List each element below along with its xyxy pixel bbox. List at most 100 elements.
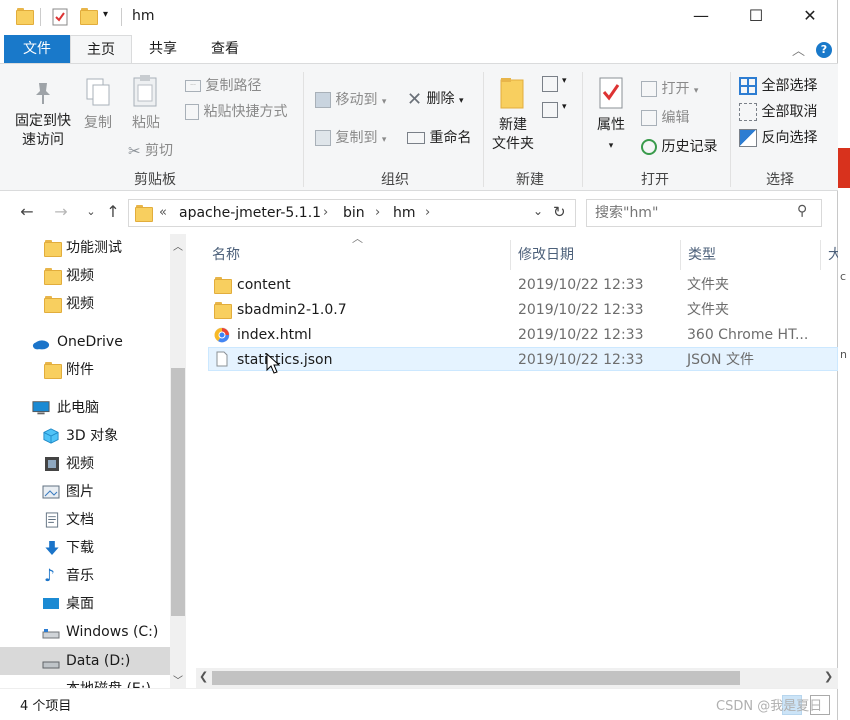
search-icon[interactable]: ⚲ xyxy=(797,203,807,219)
file-name: content xyxy=(237,277,291,293)
pin-to-quick-access-button[interactable]: 固定到快 速访问 xyxy=(10,80,76,150)
new-item-dropdown-icon[interactable]: ▾ xyxy=(562,76,567,86)
table-row[interactable]: index.html 2019/10/22 12:33 360 Chrome H… xyxy=(208,323,838,347)
scissors-icon: ✂ xyxy=(128,142,141,160)
nav-item[interactable]: 3D 对象 xyxy=(0,422,170,450)
table-row[interactable]: content 2019/10/22 12:33 文件夹 xyxy=(208,273,838,297)
up-arrow-icon[interactable]: ↑ xyxy=(102,202,124,221)
help-icon[interactable]: ? xyxy=(816,42,832,58)
scroll-up-icon[interactable]: ︿ xyxy=(170,238,186,253)
quick-access-dropdown-icon[interactable]: ▾ xyxy=(103,9,108,20)
scroll-down-icon[interactable]: ﹀ xyxy=(170,672,186,687)
nav-item[interactable]: 图片 xyxy=(0,478,170,506)
paste-button[interactable]: 粘贴 xyxy=(126,74,166,133)
breadcrumb-item[interactable]: apache-jmeter-5.1.1 xyxy=(179,205,321,221)
column-divider[interactable] xyxy=(510,240,511,270)
new-item-icon[interactable] xyxy=(542,76,558,92)
properties-button[interactable]: 属性 ▾ xyxy=(590,76,632,156)
paste-shortcut-button[interactable]: 粘贴快捷方式 xyxy=(185,101,287,121)
open-button[interactable]: 打开 ▾ xyxy=(641,78,698,98)
nav-item[interactable]: 视频 xyxy=(0,450,170,478)
maximize-button[interactable]: ☐ xyxy=(741,6,771,25)
recent-locations-chevron-icon[interactable]: ⌄ xyxy=(80,205,102,218)
properties-dropdown-icon[interactable]: ▾ xyxy=(609,141,614,151)
tab-view[interactable]: 查看 xyxy=(196,35,254,63)
copy-path-button[interactable]: ··· 复制路径 xyxy=(185,75,261,95)
tab-file[interactable]: 文件 xyxy=(4,35,70,63)
select-all-button[interactable]: 全部选择 xyxy=(739,75,817,95)
copy-button[interactable]: 复制 xyxy=(80,76,116,133)
file-list-scrollbar[interactable]: ❮ ❯ xyxy=(196,668,838,688)
column-header-type[interactable]: 类型 xyxy=(688,240,716,270)
easy-access-dropdown-icon[interactable]: ▾ xyxy=(562,102,567,112)
back-arrow-icon[interactable]: ← xyxy=(16,202,38,221)
ribbon-divider xyxy=(730,72,731,187)
delete-label: 删除 xyxy=(426,91,455,107)
search-box[interactable]: ⚲ xyxy=(586,199,822,227)
file-modified: 2019/10/22 12:33 xyxy=(518,302,644,318)
nav-item[interactable]: 视频 xyxy=(0,290,170,318)
history-button[interactable]: 历史记录 xyxy=(641,136,717,156)
breadcrumb-separator[interactable]: › xyxy=(425,205,430,220)
close-button[interactable]: ✕ xyxy=(795,6,825,25)
breadcrumb-item[interactable]: bin xyxy=(343,205,365,221)
3d-objects-icon xyxy=(43,428,59,444)
rename-button[interactable]: 重命名 xyxy=(407,127,471,147)
column-divider[interactable] xyxy=(680,240,681,270)
collapse-ribbon-icon[interactable]: ︿ xyxy=(792,40,805,59)
column-divider[interactable] xyxy=(820,240,821,270)
edit-button[interactable]: 编辑 xyxy=(641,107,689,127)
file-list-scrollbar-thumb[interactable] xyxy=(212,671,740,685)
nav-item[interactable]: 文档 xyxy=(0,506,170,534)
new-folder-button[interactable]: 新建 文件夹 xyxy=(488,76,538,154)
minimize-button[interactable]: — xyxy=(686,6,716,25)
nav-item-label: 视频 xyxy=(66,456,94,472)
cut-button[interactable]: ✂ 剪切 xyxy=(128,140,173,160)
nav-item[interactable]: 本地磁盘 (E:) xyxy=(0,675,170,688)
forward-arrow-icon[interactable]: → xyxy=(50,202,72,221)
nav-item[interactable]: 附件 xyxy=(0,356,170,384)
scroll-right-icon[interactable]: ❯ xyxy=(824,670,833,683)
address-bar[interactable]: « apache-jmeter-5.1.1 › bin › hm › ⌄ ↻ xyxy=(128,199,576,227)
tab-home[interactable]: 主页 xyxy=(70,35,132,63)
nav-item-label: 音乐 xyxy=(66,568,94,584)
sort-ascending-icon: ︿ xyxy=(352,234,363,245)
column-header-size[interactable]: 大 xyxy=(828,240,838,270)
nav-item[interactable]: 视频 xyxy=(0,262,170,290)
easy-access-icon[interactable] xyxy=(542,102,558,118)
table-row[interactable]: sbadmin2-1.0.7 2019/10/22 12:33 文件夹 xyxy=(208,298,838,322)
delete-button[interactable]: ✕ 删除 ▾ xyxy=(407,88,464,110)
breadcrumb-item[interactable]: hm xyxy=(393,205,416,221)
copy-to-button[interactable]: 复制到 ▾ xyxy=(315,127,386,147)
nav-item-label: 文档 xyxy=(66,512,94,528)
nav-item[interactable]: 下载 xyxy=(0,534,170,562)
invert-selection-button[interactable]: 反向选择 xyxy=(739,127,817,147)
scroll-left-icon[interactable]: ❮ xyxy=(199,670,208,683)
tab-share[interactable]: 共享 xyxy=(136,35,190,63)
properties-icon[interactable] xyxy=(52,8,68,26)
nav-item[interactable]: Windows (C:) xyxy=(0,618,170,646)
nav-item-label: 视频 xyxy=(66,268,94,284)
nav-item[interactable]: 桌面 xyxy=(0,590,170,618)
nav-item-selected[interactable]: Data (D:) xyxy=(0,647,170,675)
folder-icon xyxy=(44,240,62,257)
nav-item[interactable]: 功能测试 xyxy=(0,234,170,262)
search-input[interactable] xyxy=(595,204,785,222)
move-to-button[interactable]: 移动到 ▾ xyxy=(315,89,386,109)
nav-item-onedrive[interactable]: OneDrive xyxy=(0,328,170,356)
address-dropdown-icon[interactable]: ⌄ xyxy=(533,204,543,218)
refresh-icon[interactable]: ↻ xyxy=(553,203,566,221)
group-label-open: 打开 xyxy=(641,172,669,188)
nav-scrollbar[interactable]: ︿ ﹀ xyxy=(170,234,186,688)
column-header-modified[interactable]: 修改日期 xyxy=(518,240,574,270)
breadcrumb-separator[interactable]: › xyxy=(375,205,380,220)
select-none-button[interactable]: 全部取消 xyxy=(739,101,817,121)
table-row-hovered[interactable]: statistics.json 2019/10/22 12:33 JSON 文件 xyxy=(208,347,838,371)
breadcrumb-overflow[interactable]: « xyxy=(159,205,167,220)
nav-item[interactable]: ♪ 音乐 xyxy=(0,562,170,590)
nav-item-this-pc[interactable]: 此电脑 xyxy=(0,394,170,422)
nav-scrollbar-thumb[interactable] xyxy=(171,368,185,616)
column-header-name[interactable]: 名称 xyxy=(212,240,240,270)
ribbon-divider xyxy=(303,72,304,187)
breadcrumb-separator[interactable]: › xyxy=(323,205,328,220)
